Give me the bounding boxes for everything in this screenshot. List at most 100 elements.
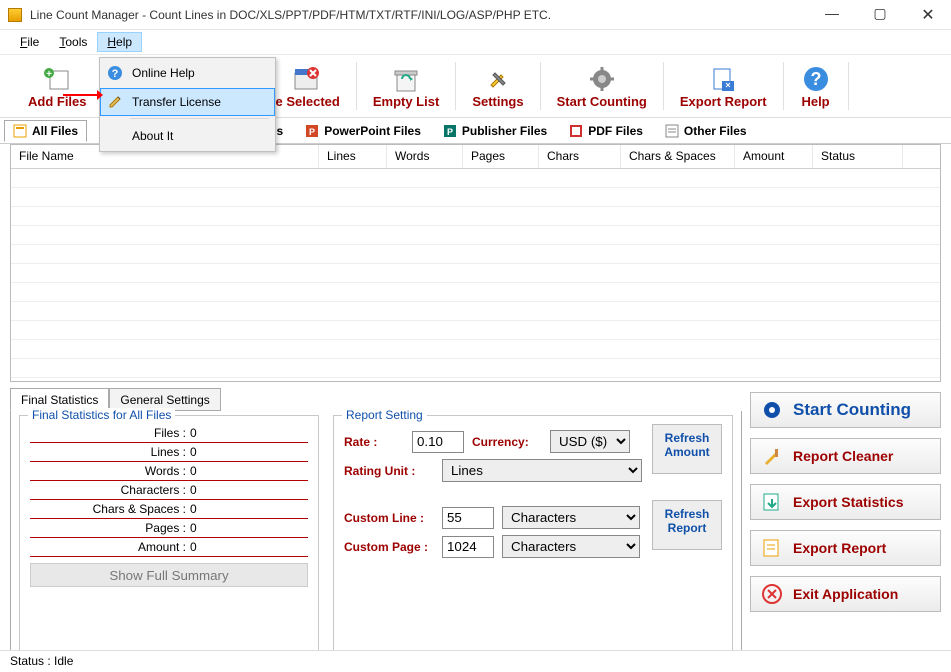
show-full-summary-button[interactable]: Show Full Summary (30, 563, 308, 587)
delete-selected-label: e Selected (276, 94, 340, 109)
svg-text:P: P (309, 127, 315, 137)
tab-publisher-files-label: Publisher Files (462, 124, 547, 138)
rate-input[interactable] (412, 431, 464, 453)
stat-characters-value: 0 (190, 483, 197, 497)
report-cleaner-label: Report Cleaner (793, 448, 893, 464)
start-counting-action[interactable]: Start Counting (750, 392, 941, 428)
report-setting-group: Report Setting Rate : Currency: USD ($) … (333, 415, 733, 663)
col-chars-spaces[interactable]: Chars & Spaces (621, 145, 735, 168)
title-bar: Line Count Manager - Count Lines in DOC/… (0, 0, 951, 30)
col-status[interactable]: Status (813, 145, 903, 168)
gear-icon (586, 64, 618, 94)
tab-all-files-label: All Files (32, 124, 78, 138)
tab-pdf-files-label: PDF Files (588, 124, 643, 138)
col-amount[interactable]: Amount (735, 145, 813, 168)
rate-label: Rate : (344, 435, 404, 449)
tab-pdf-files[interactable]: PDF Files (560, 120, 652, 142)
custom-page-unit-select[interactable]: Characters (502, 535, 640, 558)
export-report-icon (761, 537, 783, 559)
export-report-icon (707, 64, 739, 94)
close-button[interactable]: ✕ (913, 5, 943, 25)
stat-files-label: Files : (30, 426, 190, 440)
custom-line-input[interactable] (442, 507, 494, 529)
publisher-icon: P (443, 124, 457, 138)
custom-page-input[interactable] (442, 536, 494, 558)
table-row (11, 283, 940, 302)
recycle-bin-icon (390, 64, 422, 94)
export-report-button[interactable]: Export Report (666, 61, 781, 112)
menu-file[interactable]: File (10, 32, 49, 52)
help-circle-icon: ? (106, 64, 124, 82)
rating-unit-label: Rating Unit : (344, 464, 434, 478)
col-lines[interactable]: Lines (319, 145, 387, 168)
tools-icon (482, 64, 514, 94)
start-counting-button[interactable]: Start Counting (543, 61, 661, 112)
powerpoint-icon: P (305, 124, 319, 138)
currency-select[interactable]: USD ($) (550, 430, 630, 453)
export-statistics-label: Export Statistics (793, 494, 903, 510)
stat-lines-label: Lines : (30, 445, 190, 459)
status-bar: Status : Idle (0, 650, 951, 672)
stat-characters: Characters :0 (30, 481, 308, 500)
rating-unit-select[interactable]: Lines (442, 459, 642, 482)
stat-characters-label: Characters : (30, 483, 190, 497)
grid-body[interactable] (11, 169, 940, 382)
app-icon (8, 8, 22, 22)
custom-line-unit-select[interactable]: Characters (502, 506, 640, 529)
menu-online-help[interactable]: ? Online Help (100, 58, 275, 88)
help-dropdown: ? Online Help Transfer License About It (99, 57, 276, 152)
table-row (11, 226, 940, 245)
settings-label: Settings (472, 94, 523, 109)
toolbar-sep (663, 62, 664, 110)
tab-other-files[interactable]: Other Files (656, 120, 756, 142)
stat-pages-value: 0 (190, 521, 197, 535)
settings-button[interactable]: Settings (458, 61, 537, 112)
stat-words: Words :0 (30, 462, 308, 481)
tab-powerpoint-files[interactable]: P PowerPoint Files (296, 120, 430, 142)
menu-transfer-license[interactable]: Transfer License (100, 88, 275, 116)
report-cleaner-button[interactable]: Report Cleaner (750, 438, 941, 474)
tab-all-files[interactable]: All Files (4, 120, 87, 142)
empty-list-button[interactable]: Empty List (359, 61, 453, 112)
menu-bar: File Tools Help (0, 30, 951, 54)
stat-files: Files :0 (30, 424, 308, 443)
stat-amount-value: 0 (190, 540, 197, 554)
toolbar-sep (783, 62, 784, 110)
add-files-button[interactable]: + Add Files (14, 61, 101, 112)
stat-words-label: Words : (30, 464, 190, 478)
table-row (11, 245, 940, 264)
help-button[interactable]: ? Help (786, 61, 846, 112)
stat-lines-value: 0 (190, 445, 197, 459)
help-label: Help (801, 94, 829, 109)
toolbar-sep (540, 62, 541, 110)
all-icon (13, 124, 27, 138)
refresh-amount-button[interactable]: Refresh Amount (652, 424, 722, 474)
exit-application-label: Exit Application (793, 586, 898, 602)
col-pages[interactable]: Pages (463, 145, 539, 168)
export-statistics-button[interactable]: Export Statistics (750, 484, 941, 520)
red-arrow-annotation (63, 88, 103, 102)
menu-tools[interactable]: Tools (49, 32, 97, 52)
custom-page-label: Custom Page : (344, 540, 434, 554)
menu-about-it[interactable]: About It (100, 121, 275, 151)
toolbar-sep (356, 62, 357, 110)
tab-publisher-files[interactable]: P Publisher Files (434, 120, 556, 142)
refresh-report-button[interactable]: Refresh Report (652, 500, 722, 550)
maximize-button[interactable]: ▢ (865, 5, 895, 25)
stat-amount: Amount :0 (30, 538, 308, 557)
delete-icon (290, 64, 322, 94)
broom-icon (761, 445, 783, 467)
exit-application-button[interactable]: Exit Application (750, 576, 941, 612)
stat-chars-spaces: Chars & Spaces :0 (30, 500, 308, 519)
tab-powerpoint-files-label: PowerPoint Files (324, 124, 421, 138)
gear-icon (761, 399, 783, 421)
menu-help[interactable]: Help (97, 32, 142, 52)
col-words[interactable]: Words (387, 145, 463, 168)
col-chars[interactable]: Chars (539, 145, 621, 168)
status-text: Status : Idle (10, 654, 73, 668)
export-report-action[interactable]: Export Report (750, 530, 941, 566)
start-counting-label: Start Counting (557, 94, 647, 109)
minimize-button[interactable]: — (817, 5, 847, 25)
table-row (11, 340, 940, 359)
stat-amount-label: Amount : (30, 540, 190, 554)
